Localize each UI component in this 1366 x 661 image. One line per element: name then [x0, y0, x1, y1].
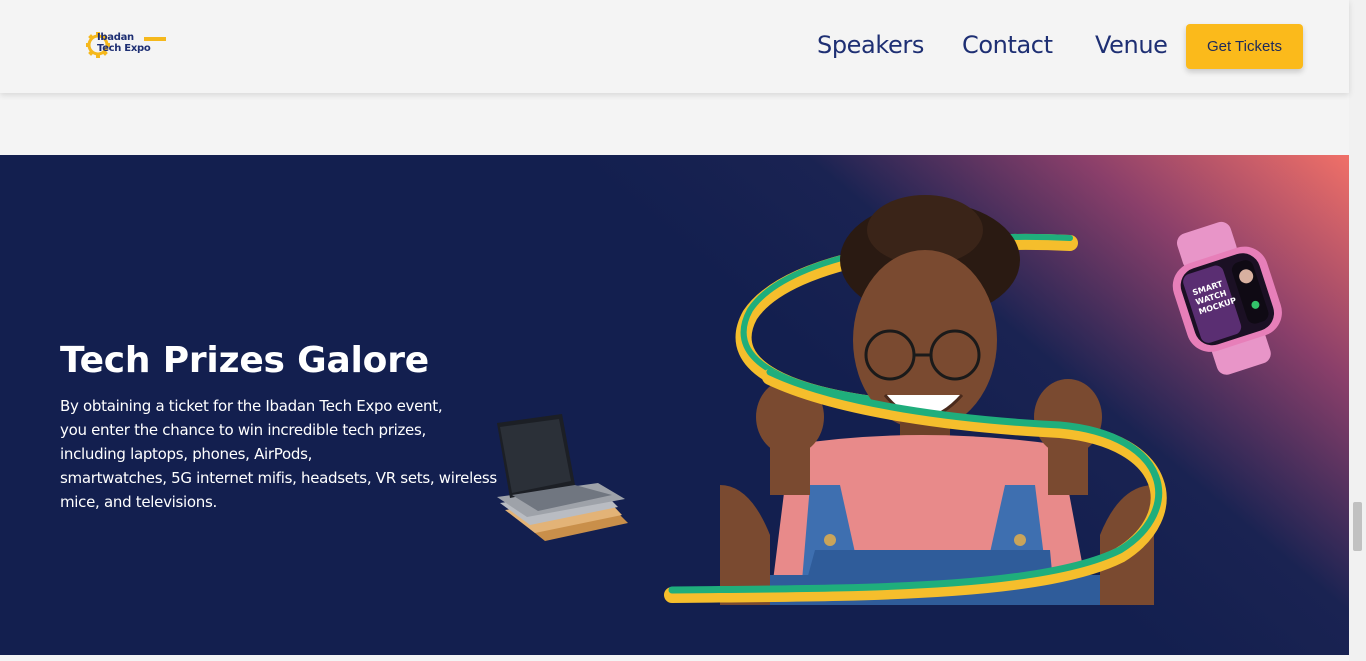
scrollbar-thumb[interactable]	[1353, 502, 1362, 551]
smartwatch-image: SMART WATCH MOCKUP	[1172, 221, 1282, 375]
logo-text-line1: Ibadan	[97, 32, 134, 43]
laptop-image	[497, 414, 628, 541]
nav-link-venue[interactable]: Venue	[1095, 28, 1168, 62]
person-photo	[720, 195, 1154, 605]
get-tickets-button[interactable]: Get Tickets	[1186, 24, 1303, 69]
hero-description-line: smartwatches, 5G internet mifis, headset…	[60, 469, 497, 487]
logo-text-line2: Tech Expo	[97, 43, 151, 54]
page: Ibadan Tech Expo Speakers Contact Venue …	[0, 0, 1366, 661]
nav-link-speakers[interactable]: Speakers	[817, 28, 924, 62]
hero-description-line: you enter the chance to win incredible t…	[60, 421, 426, 439]
logo-accent-bar	[144, 37, 166, 41]
hero-description-line: By obtaining a ticket for the Ibadan Tec…	[60, 397, 443, 415]
site-logo[interactable]: Ibadan Tech Expo	[86, 28, 168, 62]
hero-description: By obtaining a ticket for the Ibadan Tec…	[60, 394, 497, 514]
prizes-hero-section: SMART WATCH MOCKUP Tech Prizes Galore By…	[0, 155, 1349, 655]
next-section-edge	[0, 655, 1349, 661]
site-header: Ibadan Tech Expo Speakers Contact Venue …	[0, 0, 1349, 93]
hero-description-line: including laptops, phones, AirPods,	[60, 445, 313, 463]
nav-link-contact[interactable]: Contact	[962, 28, 1053, 62]
hero-title: Tech Prizes Galore	[60, 340, 429, 381]
hero-description-line: mice, and televisions.	[60, 493, 217, 511]
page-scrollbar[interactable]	[1349, 0, 1366, 661]
